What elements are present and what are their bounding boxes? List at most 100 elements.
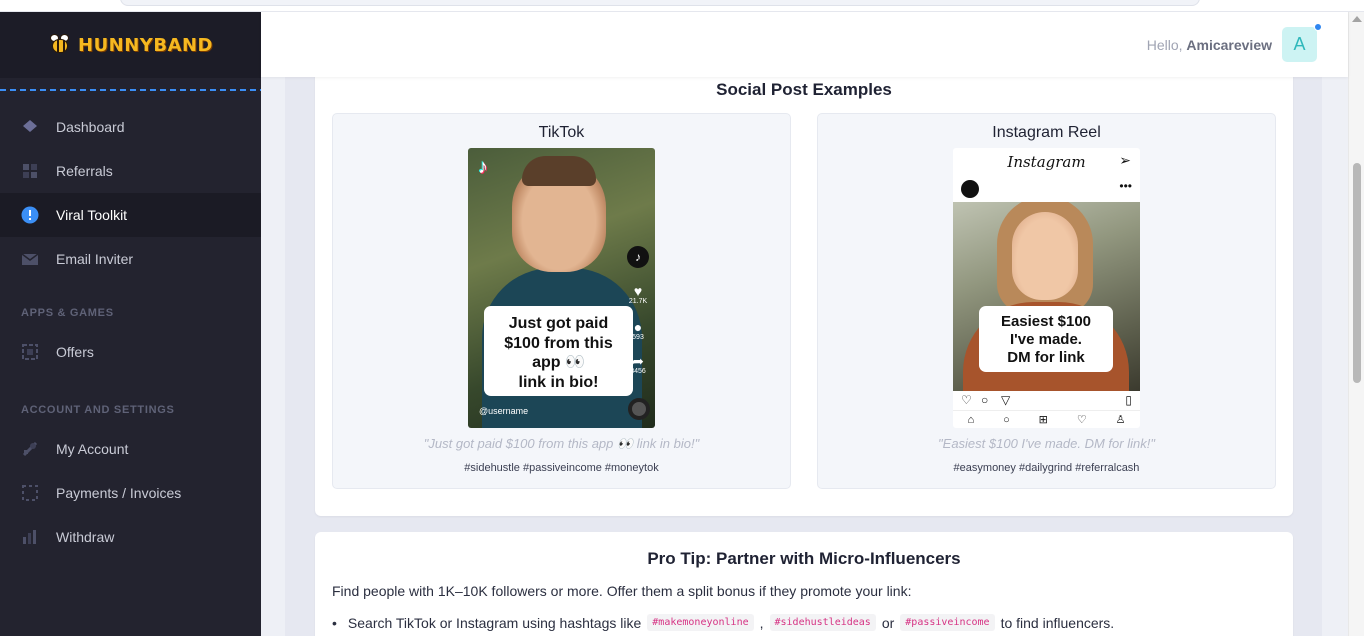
section-label-account: ACCOUNT AND SETTINGS <box>21 404 175 416</box>
greeting-text: Hello, Amicareview <box>1147 37 1272 53</box>
like-count: 21.7K <box>628 298 648 305</box>
home-icon: ⌂ <box>967 413 975 426</box>
account-icon <box>21 440 39 458</box>
address-bar[interactable] <box>120 0 1200 6</box>
bar-chart-icon <box>21 528 39 546</box>
account-nav: My Account Payments / Invoices Withdraw <box>0 427 261 559</box>
section-title: Pro Tip: Partner with Micro-Influencers <box>647 549 961 568</box>
instagram-wordmark: Instagram <box>1007 153 1086 171</box>
sidebar-item-label: My Account <box>56 441 129 457</box>
sidebar-item-label: Email Inviter <box>56 251 134 267</box>
notification-dot <box>1314 23 1322 31</box>
sidebar-item-offers[interactable]: Offers <box>0 330 261 374</box>
section-title: Social Post Examples <box>716 80 892 99</box>
apps-nav: Offers <box>0 330 261 374</box>
username-label: @username <box>479 406 529 416</box>
sidebar-item-label: Referrals <box>56 163 113 179</box>
instagram-header: Instagram ➢ <box>953 148 1140 176</box>
heart-icon: ♡ <box>1076 414 1087 426</box>
sidebar-item-label: Dashboard <box>56 119 125 135</box>
bee-icon <box>48 33 72 57</box>
send-icon: ➢ <box>1119 153 1131 169</box>
add-icon: ⊞ <box>1038 414 1048 426</box>
caption-line: app 👀 <box>532 354 585 371</box>
example-title: Instagram Reel <box>992 124 1101 141</box>
person-face <box>512 156 606 272</box>
main-nav: Dashboard Referrals Viral Toolkit Email … <box>0 105 261 281</box>
scrollbar-thumb[interactable] <box>1353 163 1361 383</box>
instagram-example: Instagram Reel Instagram ➢ ••• Easiest $… <box>817 113 1276 489</box>
avatar-letter: A <box>1293 34 1306 54</box>
bookmark-icon: ▯ <box>1125 393 1132 407</box>
section-label-apps: APPS & GAMES <box>21 307 114 319</box>
brand-name: HUNNYBAND <box>78 34 213 56</box>
tiktok-example: TikTok ♪ ♪ ♥ 21.7K ● 593 ➦ 8456 Just got pa… <box>332 113 791 489</box>
example-title: TikTok <box>538 124 585 141</box>
instagram-mockup-image: Instagram ➢ ••• Easiest $100 I've made. … <box>953 148 1140 428</box>
tip-list: Search TikTok or Instagram using hashtag… <box>332 614 1114 631</box>
alert-circle-icon <box>21 206 39 224</box>
sidebar-divider <box>0 89 261 91</box>
tiktok-mockup-image: ♪ ♪ ♥ 21.7K ● 593 ➦ 8456 Just got paid $100… <box>468 148 655 428</box>
sidebar-item-viral-toolkit[interactable]: Viral Toolkit <box>0 193 261 237</box>
top-header: Hello, Amicareview A <box>261 12 1348 77</box>
post-author-row: ••• <box>953 176 1140 202</box>
mail-icon <box>21 250 39 268</box>
tiktok-logo-icon: ♪ <box>478 156 488 178</box>
person-face <box>1012 212 1078 300</box>
tip-description: Find people with 1K–10K followers or mor… <box>332 583 912 599</box>
scroll-up-arrow-icon[interactable] <box>1352 16 1362 22</box>
profile-icon: ♙ <box>1115 414 1126 426</box>
username: Amicareview <box>1186 36 1272 53</box>
caption-line: $100 from this <box>504 334 613 352</box>
avatar[interactable]: A <box>1282 23 1322 62</box>
pro-tip-card: Pro Tip: Partner with Micro-Influencers … <box>315 532 1293 636</box>
share-icon: ▽ <box>1001 393 1011 407</box>
sidebar-item-my-account[interactable]: My Account <box>0 427 261 471</box>
hashtag-code: #sidehustleideas <box>769 614 876 631</box>
separator: or <box>881 614 895 631</box>
social-post-examples-card: Social Post Examples TikTok ♪ ♪ ♥ 21.7K ●… <box>315 67 1293 516</box>
sidebar-item-label: Viral Toolkit <box>56 207 128 223</box>
hashtag-code: #makemoneyonline <box>647 614 754 631</box>
caption-line: link in bio! <box>518 373 599 391</box>
list-item: Search TikTok or Instagram using hashtag… <box>332 614 1114 631</box>
caption-line: I've made. <box>1010 331 1082 348</box>
bullet-text: Search TikTok or Instagram using hashtag… <box>347 614 642 631</box>
sidebar-item-label: Payments / Invoices <box>56 485 182 501</box>
brand-logo[interactable]: HUNNYBAND <box>0 12 261 78</box>
instagram-bottom-nav: ⌂ ○ ⊞ ♡ ♙ <box>953 410 1140 428</box>
heart-icon: ♡ <box>961 393 972 407</box>
main-content: Social Post Examples TikTok ♪ ♪ ♥ 21.7K ●… <box>285 67 1322 636</box>
sidebar-item-referrals[interactable]: Referrals <box>0 149 261 193</box>
more-icon: ••• <box>1119 179 1132 193</box>
post-photo: Easiest $100 I've made. DM for link <box>953 202 1140 391</box>
search-icon: ○ <box>1003 413 1010 426</box>
offers-icon <box>21 343 39 361</box>
example-hashtags: #sidehustle #passiveincome #moneytok <box>464 462 659 474</box>
tiktok-profile-icon: ♪ <box>627 246 649 268</box>
hashtag-code: #passiveincome <box>900 614 995 631</box>
caption-bubble: Easiest $100 I've made. DM for link <box>979 306 1113 372</box>
sidebar-item-label: Offers <box>56 344 94 360</box>
post-actions: ♡ ○ ▽ ▯ <box>953 391 1140 409</box>
music-disc-icon <box>628 398 650 420</box>
profile-avatar-icon <box>961 180 979 198</box>
sidebar-item-withdraw[interactable]: Withdraw <box>0 515 261 559</box>
comment-icon: ○ <box>981 393 989 407</box>
bullet-text: to find influencers. <box>1000 614 1115 631</box>
diamond-icon <box>21 118 39 136</box>
browser-top-strip <box>0 0 1364 12</box>
sidebar-item-payments[interactable]: Payments / Invoices <box>0 471 261 515</box>
greeting-prefix: Hello, <box>1146 36 1187 53</box>
example-quote: "Easiest $100 I've made. DM for link!" <box>938 436 1155 451</box>
like-icon: ♥ 21.7K <box>628 283 648 305</box>
invoice-icon <box>21 484 39 502</box>
sidebar-item-email-inviter[interactable]: Email Inviter <box>0 237 261 281</box>
caption-line: DM for link <box>1007 349 1085 366</box>
sidebar: HUNNYBAND Dashboard Referrals Viral Tool… <box>0 12 261 636</box>
caption-line: Easiest $100 <box>1000 313 1092 330</box>
sidebar-item-dashboard[interactable]: Dashboard <box>0 105 261 149</box>
example-quote: "Just got paid $100 from this app 👀 link… <box>423 436 700 451</box>
page-scrollbar[interactable] <box>1348 12 1364 636</box>
